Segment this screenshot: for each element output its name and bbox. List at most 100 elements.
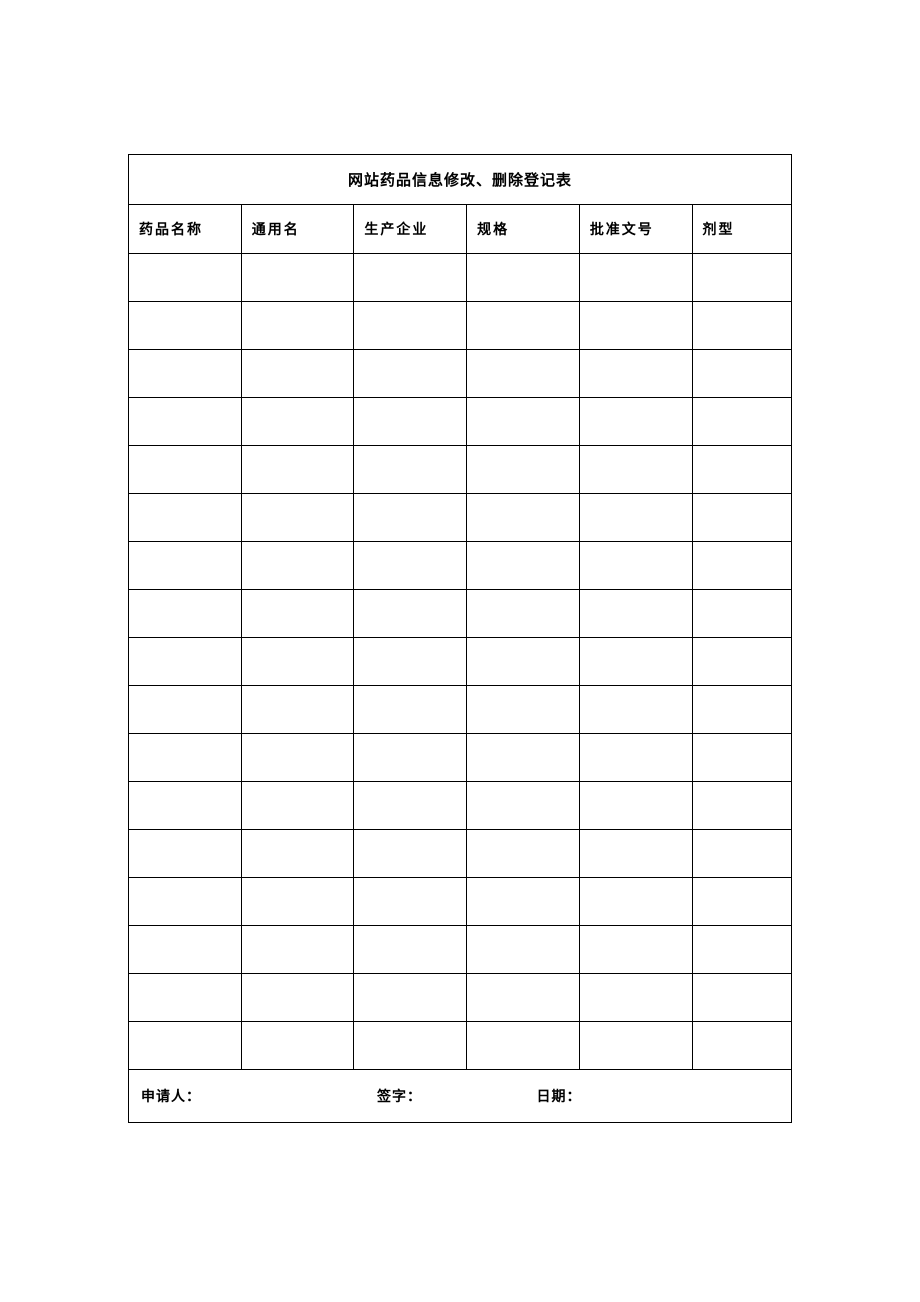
cell-manufacturer[interactable] [354, 1022, 467, 1070]
cell-manufacturer[interactable] [354, 734, 467, 782]
cell-spec[interactable] [467, 782, 580, 830]
cell-approval-number[interactable] [579, 446, 692, 494]
cell-approval-number[interactable] [579, 926, 692, 974]
cell-dosage-form[interactable] [692, 350, 791, 398]
cell-manufacturer[interactable] [354, 542, 467, 590]
cell-manufacturer[interactable] [354, 590, 467, 638]
cell-drug-name[interactable] [129, 254, 242, 302]
cell-spec[interactable] [467, 926, 580, 974]
cell-approval-number[interactable] [579, 302, 692, 350]
cell-manufacturer[interactable] [354, 638, 467, 686]
cell-generic-name[interactable] [241, 830, 354, 878]
cell-drug-name[interactable] [129, 494, 242, 542]
cell-manufacturer[interactable] [354, 398, 467, 446]
cell-manufacturer[interactable] [354, 926, 467, 974]
cell-drug-name[interactable] [129, 302, 242, 350]
cell-manufacturer[interactable] [354, 446, 467, 494]
cell-dosage-form[interactable] [692, 686, 791, 734]
cell-spec[interactable] [467, 254, 580, 302]
cell-generic-name[interactable] [241, 878, 354, 926]
cell-drug-name[interactable] [129, 398, 242, 446]
cell-dosage-form[interactable] [692, 782, 791, 830]
cell-generic-name[interactable] [241, 302, 354, 350]
cell-approval-number[interactable] [579, 734, 692, 782]
cell-drug-name[interactable] [129, 1022, 242, 1070]
cell-spec[interactable] [467, 1022, 580, 1070]
cell-approval-number[interactable] [579, 542, 692, 590]
cell-generic-name[interactable] [241, 590, 354, 638]
cell-generic-name[interactable] [241, 254, 354, 302]
cell-approval-number[interactable] [579, 638, 692, 686]
cell-approval-number[interactable] [579, 494, 692, 542]
cell-drug-name[interactable] [129, 590, 242, 638]
cell-dosage-form[interactable] [692, 1022, 791, 1070]
cell-drug-name[interactable] [129, 446, 242, 494]
cell-dosage-form[interactable] [692, 638, 791, 686]
cell-approval-number[interactable] [579, 782, 692, 830]
cell-spec[interactable] [467, 446, 580, 494]
cell-manufacturer[interactable] [354, 686, 467, 734]
cell-dosage-form[interactable] [692, 398, 791, 446]
cell-manufacturer[interactable] [354, 782, 467, 830]
cell-dosage-form[interactable] [692, 878, 791, 926]
cell-approval-number[interactable] [579, 830, 692, 878]
cell-generic-name[interactable] [241, 782, 354, 830]
cell-spec[interactable] [467, 974, 580, 1022]
cell-generic-name[interactable] [241, 638, 354, 686]
cell-drug-name[interactable] [129, 830, 242, 878]
cell-spec[interactable] [467, 686, 580, 734]
cell-manufacturer[interactable] [354, 254, 467, 302]
cell-generic-name[interactable] [241, 734, 354, 782]
cell-dosage-form[interactable] [692, 542, 791, 590]
cell-approval-number[interactable] [579, 398, 692, 446]
cell-drug-name[interactable] [129, 974, 242, 1022]
cell-dosage-form[interactable] [692, 590, 791, 638]
cell-approval-number[interactable] [579, 590, 692, 638]
cell-drug-name[interactable] [129, 782, 242, 830]
cell-dosage-form[interactable] [692, 830, 791, 878]
cell-spec[interactable] [467, 494, 580, 542]
cell-dosage-form[interactable] [692, 446, 791, 494]
cell-generic-name[interactable] [241, 542, 354, 590]
cell-spec[interactable] [467, 638, 580, 686]
cell-approval-number[interactable] [579, 878, 692, 926]
cell-spec[interactable] [467, 878, 580, 926]
cell-manufacturer[interactable] [354, 350, 467, 398]
cell-approval-number[interactable] [579, 1022, 692, 1070]
cell-approval-number[interactable] [579, 686, 692, 734]
cell-generic-name[interactable] [241, 350, 354, 398]
cell-spec[interactable] [467, 542, 580, 590]
cell-manufacturer[interactable] [354, 878, 467, 926]
cell-drug-name[interactable] [129, 686, 242, 734]
cell-generic-name[interactable] [241, 446, 354, 494]
cell-drug-name[interactable] [129, 878, 242, 926]
cell-spec[interactable] [467, 830, 580, 878]
cell-drug-name[interactable] [129, 734, 242, 782]
cell-approval-number[interactable] [579, 254, 692, 302]
cell-manufacturer[interactable] [354, 302, 467, 350]
cell-dosage-form[interactable] [692, 254, 791, 302]
cell-spec[interactable] [467, 350, 580, 398]
cell-dosage-form[interactable] [692, 734, 791, 782]
cell-dosage-form[interactable] [692, 926, 791, 974]
cell-approval-number[interactable] [579, 974, 692, 1022]
cell-dosage-form[interactable] [692, 302, 791, 350]
cell-generic-name[interactable] [241, 398, 354, 446]
cell-dosage-form[interactable] [692, 974, 791, 1022]
cell-spec[interactable] [467, 302, 580, 350]
cell-drug-name[interactable] [129, 542, 242, 590]
cell-manufacturer[interactable] [354, 830, 467, 878]
cell-generic-name[interactable] [241, 1022, 354, 1070]
cell-generic-name[interactable] [241, 494, 354, 542]
cell-manufacturer[interactable] [354, 974, 467, 1022]
cell-generic-name[interactable] [241, 926, 354, 974]
cell-generic-name[interactable] [241, 686, 354, 734]
cell-drug-name[interactable] [129, 926, 242, 974]
cell-drug-name[interactable] [129, 638, 242, 686]
cell-manufacturer[interactable] [354, 494, 467, 542]
cell-generic-name[interactable] [241, 974, 354, 1022]
cell-approval-number[interactable] [579, 350, 692, 398]
cell-spec[interactable] [467, 398, 580, 446]
cell-drug-name[interactable] [129, 350, 242, 398]
cell-spec[interactable] [467, 734, 580, 782]
